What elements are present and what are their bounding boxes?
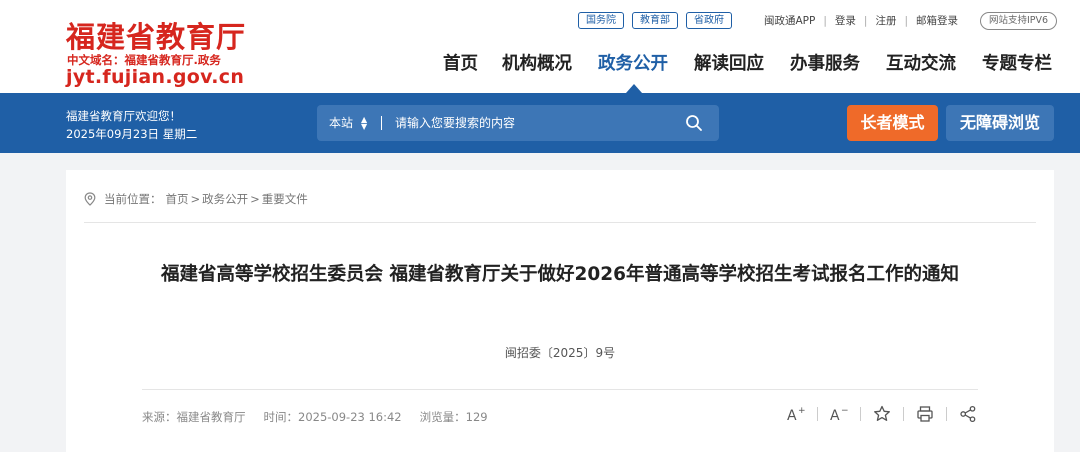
search-divider xyxy=(381,116,382,130)
gov-link-ministry-of-education[interactable]: 教育部 xyxy=(632,12,678,29)
divider: | xyxy=(823,14,827,27)
register-link[interactable]: 注册 xyxy=(875,13,896,28)
search-icon[interactable] xyxy=(685,114,703,132)
svg-text:A: A xyxy=(787,408,797,424)
welcome-block: 福建省教育厅欢迎您！ 2025年09月23日 星期二 xyxy=(66,107,197,143)
article-meta: 来源：福建省教育厅 时间：2025-09-23 16:42 浏览量：129 xyxy=(142,409,488,425)
search-scope-select[interactable]: 本站 xyxy=(329,105,353,141)
article-views: 浏览量：129 xyxy=(419,410,488,424)
breadcrumb-prefix: 当前位置： xyxy=(104,192,162,206)
breadcrumb-important-documents[interactable]: 重要文件 xyxy=(262,191,308,207)
user-links: 闽政通APP | 登录 | 注册 | 邮箱登录 xyxy=(764,13,958,28)
font-increase-icon[interactable]: A + xyxy=(786,404,806,424)
divider xyxy=(142,389,978,390)
divider xyxy=(84,222,1036,223)
article-time: 时间：2025-09-23 16:42 xyxy=(263,410,402,424)
svg-text:−: − xyxy=(841,406,849,416)
search-input[interactable] xyxy=(395,105,675,141)
breadcrumb-separator: > xyxy=(190,192,201,206)
search-box: 本站 ▲ ▼ xyxy=(317,105,719,141)
utility-bar: 福建省教育厅欢迎您！ 2025年09月23日 星期二 本站 ▲▼ 长者模式 无障… xyxy=(0,93,1080,153)
site-header: 福建省教育厅 中文域名：福建省教育厅.政务 jyt.fujian.gov.cn … xyxy=(0,0,1080,93)
login-link[interactable]: 登录 xyxy=(835,13,856,28)
nav-interaction[interactable]: 互动交流 xyxy=(886,50,956,75)
article-title: 福建省高等学校招生委员会 福建省教育厅关于做好2026年普通高等学校招生考试报名… xyxy=(161,264,959,285)
location-pin-icon xyxy=(84,192,96,206)
breadcrumb-government-affairs[interactable]: 政务公开 xyxy=(202,191,248,207)
share-icon[interactable] xyxy=(958,404,978,424)
nav-organization[interactable]: 机构概况 xyxy=(502,50,572,75)
font-decrease-icon[interactable]: A − xyxy=(829,404,849,424)
mzt-app-link[interactable]: 闽政通APP xyxy=(764,13,815,28)
ipv6-badge: 网站支持IPV6 xyxy=(980,12,1058,30)
nav-special-topics[interactable]: 专题专栏 xyxy=(982,50,1052,75)
divider: | xyxy=(904,14,908,27)
accessible-browse-button[interactable]: 无障碍浏览 xyxy=(946,105,1054,141)
article-card: 当前位置： 首页 > 政务公开 > 重要文件 福建省高等学校招生委员会 福建省教… xyxy=(66,170,1054,452)
nav-interpretation[interactable]: 解读回应 xyxy=(694,50,764,75)
divider xyxy=(946,407,947,421)
gov-link-provincial-government[interactable]: 省政府 xyxy=(686,12,732,29)
svg-text:+: + xyxy=(798,406,806,416)
svg-text:A: A xyxy=(830,408,840,424)
document-number: 闽招委〔2025〕9号 xyxy=(504,346,616,360)
divider xyxy=(817,407,818,421)
divider xyxy=(903,407,904,421)
current-date: 2025年09月23日 星期二 xyxy=(66,127,198,141)
active-nav-caret-icon xyxy=(626,84,642,93)
print-icon[interactable] xyxy=(915,404,935,424)
elder-mode-button[interactable]: 长者模式 xyxy=(847,105,938,141)
article-tools: A + A − xyxy=(786,404,978,424)
divider xyxy=(860,407,861,421)
nav-government-affairs[interactable]: 政务公开 xyxy=(598,50,668,75)
sort-arrows-icon[interactable]: ▲ ▼ xyxy=(361,116,367,131)
breadcrumb: 当前位置： 首页 > 政务公开 > 重要文件 xyxy=(84,191,308,207)
divider: | xyxy=(863,14,868,27)
main-nav: 首页 机构概况 政务公开 解读回应 办事服务 互动交流 专题专栏 xyxy=(0,50,1080,78)
nav-home[interactable]: 首页 xyxy=(443,50,478,75)
breadcrumb-home[interactable]: 首页 xyxy=(166,191,189,207)
star-icon[interactable] xyxy=(872,404,892,424)
welcome-text: 福建省教育厅欢迎您！ xyxy=(66,109,181,123)
email-login-link[interactable]: 邮箱登录 xyxy=(916,13,958,28)
gov-links: 国务院 教育部 省政府 xyxy=(578,12,732,29)
gov-link-state-council[interactable]: 国务院 xyxy=(578,12,624,29)
breadcrumb-separator: > xyxy=(250,192,260,206)
nav-services[interactable]: 办事服务 xyxy=(790,50,860,75)
article-source: 来源：福建省教育厅 xyxy=(142,410,246,424)
